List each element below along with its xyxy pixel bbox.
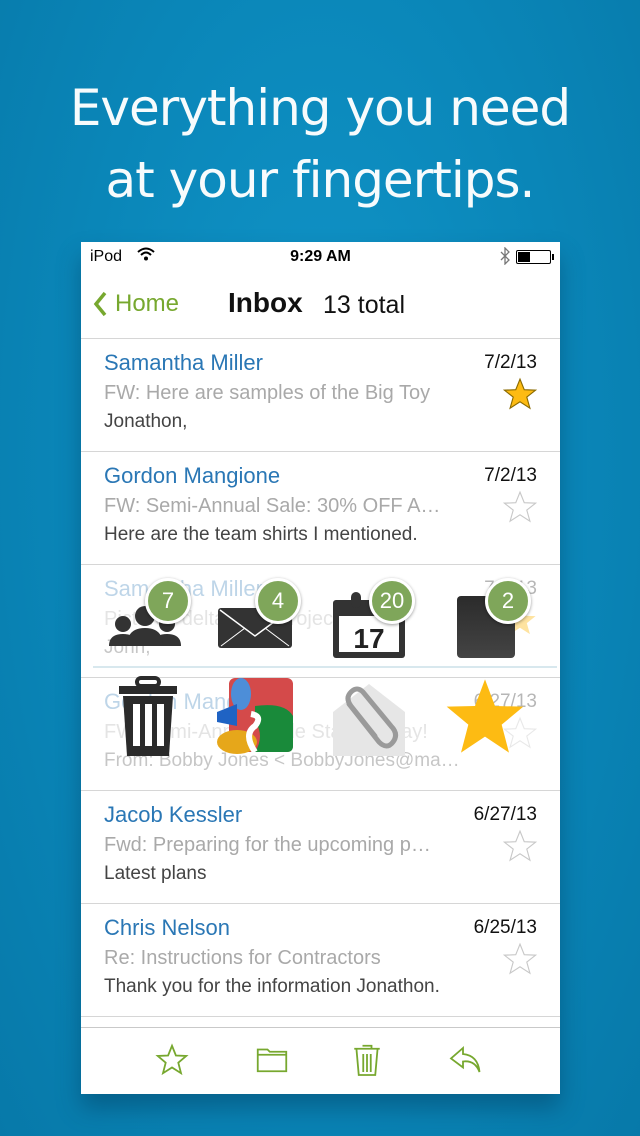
bluetooth-icon xyxy=(500,246,510,270)
email-subject: Re: Instructions for Contractors xyxy=(104,947,381,969)
mail-badge: 4 xyxy=(255,578,301,624)
phone-screen: iPod 9:29 AM Home Inbox 13 total Samanth… xyxy=(81,242,560,1094)
email-preview: Here are the team shirts I mentioned. xyxy=(104,524,418,545)
email-row[interactable]: Samantha Miller 7/2/13 FW: Here are samp… xyxy=(81,339,560,452)
attachment-icon xyxy=(333,684,405,756)
star-outline-icon[interactable] xyxy=(503,829,537,863)
back-label: Home xyxy=(115,290,180,317)
page-title: Inbox xyxy=(228,287,303,318)
navigation-bar: Home Inbox 13 total xyxy=(81,272,560,339)
contacts-badge: 7 xyxy=(145,578,191,624)
calendar-feature[interactable]: 17 20 xyxy=(329,578,415,662)
reply-icon[interactable] xyxy=(448,1042,484,1078)
notes-badge: 2 xyxy=(485,578,531,624)
star-icon xyxy=(446,679,524,753)
sender-name: Jacob Kessler xyxy=(104,802,243,827)
headline-line-1: Everything you need xyxy=(69,79,571,137)
headline-line-2: at your fingertips. xyxy=(105,151,536,209)
marketing-headline: Everything you need at your fingertips. xyxy=(0,72,640,216)
folder-icon[interactable] xyxy=(254,1042,290,1078)
email-date: 7/2/13 xyxy=(484,465,537,486)
calendar-badge: 20 xyxy=(369,578,415,624)
trash-icon xyxy=(119,676,177,756)
chevron-left-icon xyxy=(93,291,107,317)
bottom-toolbar xyxy=(81,1027,560,1094)
google-icon xyxy=(217,678,293,754)
email-preview: Thank you for the information Jonathon. xyxy=(104,976,440,997)
star-filled-icon[interactable] xyxy=(503,377,537,411)
message-count: 13 total xyxy=(323,291,406,319)
email-row[interactable]: Chris Nelson 6/25/13 Re: Instructions fo… xyxy=(81,904,560,1017)
sender-name: Samantha Miller xyxy=(104,350,263,375)
email-date: 6/25/13 xyxy=(473,917,537,938)
email-row[interactable]: Jacob Kessler 6/27/13 Fwd: Preparing for… xyxy=(81,791,560,904)
email-row[interactable]: Gordon Mangione 7/2/13 FW: Semi-Annual S… xyxy=(81,452,560,565)
trash-feature[interactable] xyxy=(109,676,189,756)
sender-name: Gordon Mangione xyxy=(104,463,281,488)
back-button[interactable]: Home xyxy=(93,290,179,318)
overlay-divider xyxy=(93,666,557,668)
attachment-feature[interactable] xyxy=(329,676,409,756)
google-feature[interactable] xyxy=(215,676,295,756)
mail-feature[interactable]: 4 xyxy=(215,578,301,662)
email-date: 6/27/13 xyxy=(473,804,537,825)
contacts-feature[interactable]: 7 xyxy=(105,578,191,662)
notes-feature[interactable]: 2 xyxy=(449,578,531,662)
star-outline-icon[interactable] xyxy=(503,942,537,976)
email-preview: Jonathon, xyxy=(104,411,188,432)
email-date: 7/2/13 xyxy=(484,352,537,373)
favorites-feature[interactable] xyxy=(445,676,525,756)
trash-icon[interactable] xyxy=(349,1042,385,1078)
calendar-day: 17 xyxy=(353,623,384,654)
sender-name: Chris Nelson xyxy=(104,915,230,940)
email-preview: Latest plans xyxy=(104,863,207,884)
star-icon[interactable] xyxy=(154,1042,190,1078)
status-bar: iPod 9:29 AM xyxy=(81,242,560,272)
email-subject: FW: Semi-Annual Sale: 30% OFF A… xyxy=(104,495,441,517)
clock: 9:29 AM xyxy=(290,248,351,265)
email-subject: FW: Here are samples of the Big Toy xyxy=(104,382,431,404)
battery-icon xyxy=(516,250,554,264)
star-outline-icon[interactable] xyxy=(503,490,537,524)
email-subject: Fwd: Preparing for the upcoming p… xyxy=(104,834,431,856)
